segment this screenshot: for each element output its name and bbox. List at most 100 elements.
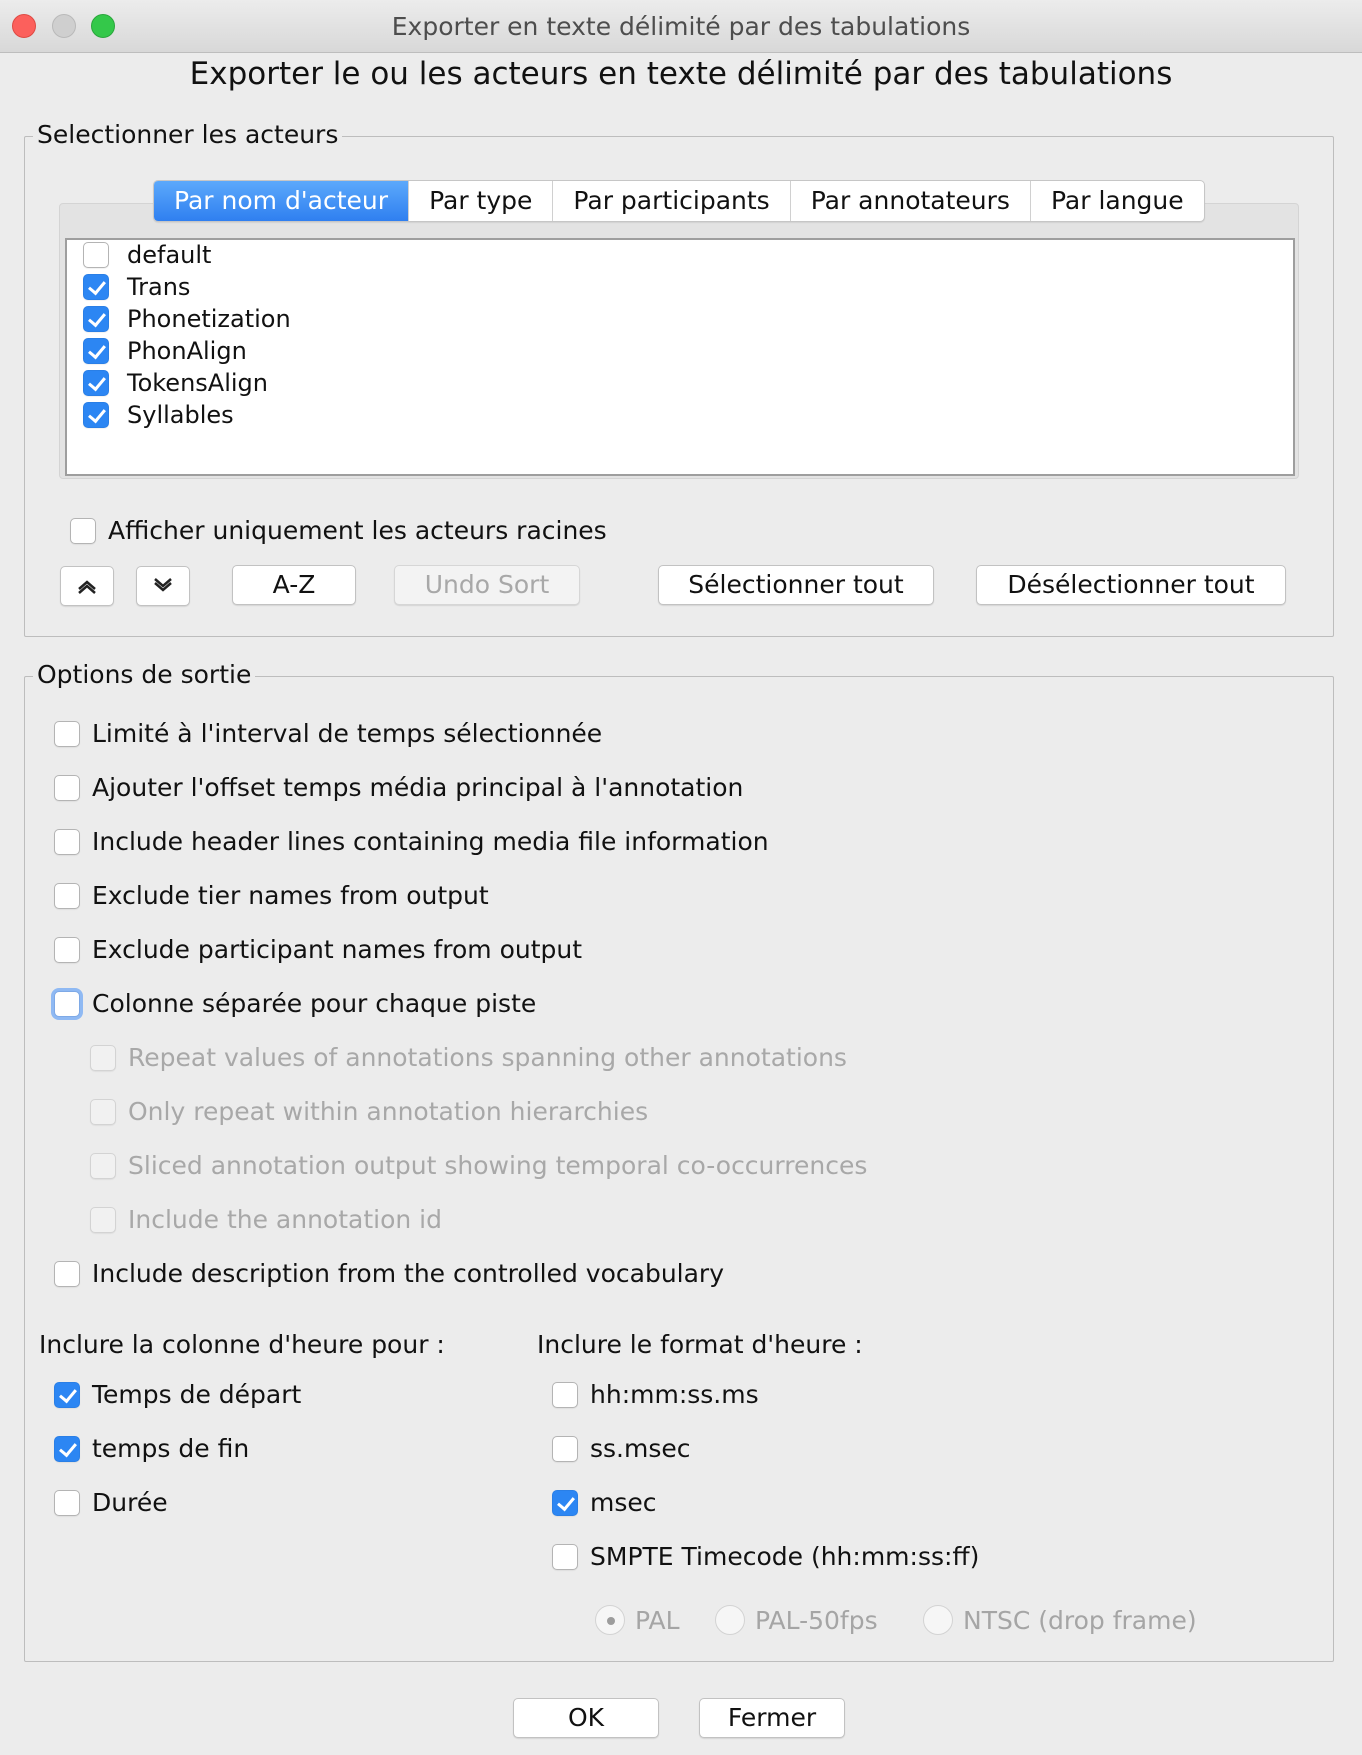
tier-checkbox-syllables[interactable] xyxy=(83,402,109,428)
option-label: Exclude tier names from output xyxy=(92,881,489,910)
option-label: msec xyxy=(590,1488,657,1517)
root-tiers-only-checkbox[interactable] xyxy=(70,517,96,544)
option-include-cv-description[interactable]: Include description from the controlled … xyxy=(54,1259,724,1288)
option-checkbox[interactable] xyxy=(54,1381,80,1408)
tier-checkbox-tokensalign[interactable] xyxy=(83,370,109,396)
option-label: SMPTE Timecode (hh:mm:ss:ff) xyxy=(590,1542,980,1571)
option-checkbox[interactable] xyxy=(54,774,80,801)
time-column-end[interactable]: temps de fin xyxy=(54,1434,249,1463)
option-separate-column-per-tier[interactable]: Colonne séparée pour chaque piste xyxy=(54,989,536,1018)
title-bar: Exporter en texte délimité par des tabul… xyxy=(0,0,1362,53)
option-label: Only repeat within annotation hierarchie… xyxy=(128,1097,649,1126)
root-tiers-only-label: Afficher uniquement les acteurs racines xyxy=(108,516,607,545)
tab-by-tier-name[interactable]: Par nom d'acteur xyxy=(154,181,410,221)
option-checkbox[interactable] xyxy=(552,1381,578,1408)
option-checkbox[interactable] xyxy=(54,720,80,747)
select-tiers-group-title: Selectionner les acteurs xyxy=(33,120,343,149)
smpte-radio-pal[interactable]: PAL xyxy=(595,1605,680,1635)
sort-az-button[interactable]: A-Z xyxy=(232,565,356,605)
option-checkbox[interactable] xyxy=(54,1435,80,1462)
list-item[interactable]: PhonAlign xyxy=(83,336,247,366)
option-label: Include header lines containing media fi… xyxy=(92,827,769,856)
option-checkbox[interactable] xyxy=(552,1435,578,1462)
option-label: Include description from the controlled … xyxy=(92,1259,725,1288)
tier-label: PhonAlign xyxy=(127,337,247,365)
move-up-button[interactable] xyxy=(60,566,114,606)
move-down-button[interactable] xyxy=(136,566,190,606)
select-all-button[interactable]: Sélectionner tout xyxy=(658,565,934,605)
ok-button[interactable]: OK xyxy=(513,1698,659,1738)
tab-bar: Par nom d'acteur Par type Par participan… xyxy=(153,180,1205,222)
option-repeat-within-hierarchies[interactable]: Only repeat within annotation hierarchie… xyxy=(90,1097,648,1126)
option-include-annotation-id[interactable]: Include the annotation id xyxy=(90,1205,442,1234)
list-item[interactable]: default xyxy=(83,240,211,270)
deselect-all-button[interactable]: Désélectionner tout xyxy=(976,565,1286,605)
time-format-smpte[interactable]: SMPTE Timecode (hh:mm:ss:ff) xyxy=(552,1542,979,1571)
time-format-heading: Inclure le format d'heure : xyxy=(537,1330,863,1359)
option-label: Limité à l'interval de temps sélectionné… xyxy=(92,719,603,748)
option-checkbox[interactable] xyxy=(54,882,80,909)
dialog-heading: Exporter le ou les acteurs en texte déli… xyxy=(189,56,1173,92)
tab-by-participants[interactable]: Par participants xyxy=(553,181,791,221)
option-checkbox[interactable] xyxy=(552,1543,578,1570)
output-options-group-title: Options de sortie xyxy=(33,660,256,689)
option-checkbox[interactable] xyxy=(90,1098,116,1125)
tab-by-annotators[interactable]: Par annotateurs xyxy=(791,181,1031,221)
list-item[interactable]: Syllables xyxy=(83,400,234,430)
option-label: Include the annotation id xyxy=(128,1205,443,1234)
root-tiers-only-option[interactable]: Afficher uniquement les acteurs racines xyxy=(70,516,607,545)
option-limit-interval[interactable]: Limité à l'interval de temps sélectionné… xyxy=(54,719,602,748)
tier-checkbox-default[interactable] xyxy=(83,242,109,268)
smpte-radio-pal-50fps[interactable]: PAL-50fps xyxy=(715,1605,878,1635)
option-checkbox[interactable] xyxy=(54,828,80,855)
chevron-up-icon xyxy=(78,580,96,594)
tab-by-language[interactable]: Par langue xyxy=(1031,181,1204,221)
option-checkbox[interactable] xyxy=(90,1152,116,1179)
list-item[interactable]: Trans xyxy=(83,272,190,302)
tier-checkbox-phonetization[interactable] xyxy=(83,306,109,332)
time-format-ssmsec[interactable]: ss.msec xyxy=(552,1434,691,1463)
option-checkbox[interactable] xyxy=(54,990,80,1017)
option-checkbox[interactable] xyxy=(54,1489,80,1516)
option-checkbox[interactable] xyxy=(90,1206,116,1233)
time-column-start[interactable]: Temps de départ xyxy=(54,1380,301,1409)
option-add-media-offset[interactable]: Ajouter l'offset temps média principal à… xyxy=(54,773,743,802)
option-label: ss.msec xyxy=(590,1434,691,1463)
tier-list[interactable]: default Trans Phonetization PhonAlign To… xyxy=(65,238,1295,476)
chevron-down-icon xyxy=(154,578,172,592)
option-exclude-participant-names[interactable]: Exclude participant names from output xyxy=(54,935,582,964)
option-repeat-values[interactable]: Repeat values of annotations spanning ot… xyxy=(90,1043,847,1072)
option-checkbox[interactable] xyxy=(54,1260,80,1287)
time-format-msec[interactable]: msec xyxy=(552,1488,657,1517)
option-exclude-tier-names[interactable]: Exclude tier names from output xyxy=(54,881,489,910)
option-checkbox[interactable] xyxy=(552,1489,578,1516)
list-item[interactable]: TokensAlign xyxy=(83,368,268,398)
time-column-duration[interactable]: Durée xyxy=(54,1488,168,1517)
option-checkbox[interactable] xyxy=(54,936,80,963)
option-label: Temps de départ xyxy=(92,1380,302,1409)
radio-button[interactable] xyxy=(715,1605,745,1635)
tab-by-type[interactable]: Par type xyxy=(409,181,554,221)
option-label: Sliced annotation output showing tempora… xyxy=(128,1151,868,1180)
window-title: Exporter en texte délimité par des tabul… xyxy=(391,12,971,41)
radio-label: PAL xyxy=(635,1605,680,1635)
option-checkbox[interactable] xyxy=(90,1044,116,1071)
option-label: hh:mm:ss.ms xyxy=(590,1380,759,1409)
option-label: Colonne séparée pour chaque piste xyxy=(92,989,537,1018)
radio-button[interactable] xyxy=(923,1605,953,1635)
tier-checkbox-phonalign[interactable] xyxy=(83,338,109,364)
close-button[interactable]: Fermer xyxy=(699,1698,845,1738)
tier-label: Phonetization xyxy=(127,305,291,333)
option-sliced-output[interactable]: Sliced annotation output showing tempora… xyxy=(90,1151,867,1180)
tier-checkbox-trans[interactable] xyxy=(83,274,109,300)
option-label: Durée xyxy=(92,1488,168,1517)
undo-sort-button[interactable]: Undo Sort xyxy=(394,565,580,605)
time-format-hhmmssms[interactable]: hh:mm:ss.ms xyxy=(552,1380,759,1409)
tier-label: Syllables xyxy=(127,401,234,429)
option-include-header-lines[interactable]: Include header lines containing media fi… xyxy=(54,827,769,856)
radio-label: PAL-50fps xyxy=(755,1605,878,1635)
smpte-radio-ntsc[interactable]: NTSC (drop frame) xyxy=(923,1605,1197,1635)
tier-label: Trans xyxy=(127,273,191,301)
radio-button[interactable] xyxy=(595,1605,625,1635)
list-item[interactable]: Phonetization xyxy=(83,304,291,334)
